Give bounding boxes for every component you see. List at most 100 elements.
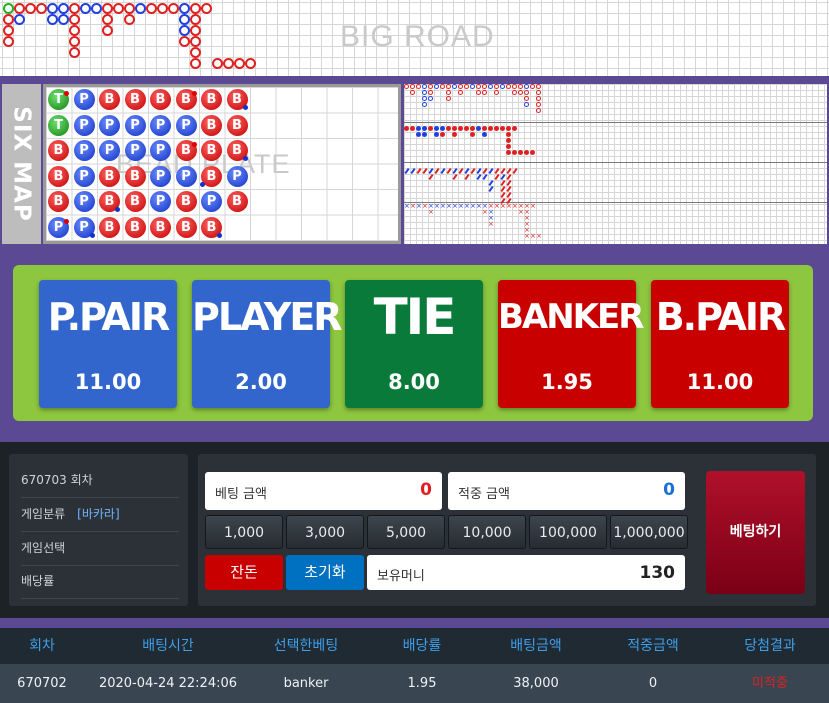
bet-ppair-button[interactable]: P.PAIR 11.00 (39, 280, 177, 408)
cell-result: 미적중 (752, 676, 788, 691)
road-mark: × (446, 202, 452, 210)
cell-win-amount: 0 (648, 676, 658, 691)
road-mark (446, 84, 451, 89)
road-mark (404, 84, 409, 89)
road-mark (434, 126, 439, 131)
road-mark (428, 173, 434, 181)
round-info-card: 670703 회차 게임분류 [바카라] 게임선택 배당률 (9, 454, 188, 606)
road-mark (416, 126, 421, 131)
bet-odds: 11.00 (686, 370, 754, 394)
bead-mark: B (48, 191, 69, 212)
road-mark (476, 126, 481, 131)
place-bet-button[interactable]: 베팅하기 (706, 471, 805, 594)
bet-tie-button[interactable]: TIE 8.00 (345, 280, 483, 408)
change-button[interactable]: 잔돈 (205, 555, 283, 590)
big-road-mark (190, 25, 201, 36)
road-mark: × (518, 208, 524, 216)
bead-mark: B (201, 89, 222, 110)
bead-mark: B (150, 89, 171, 110)
road-mark (494, 90, 499, 95)
road-mark (422, 84, 427, 89)
road-mark (512, 167, 518, 175)
road-mark (494, 84, 499, 89)
big-road-mark (146, 3, 157, 14)
chip-1000-button[interactable]: 1,000 (205, 515, 283, 549)
road-mark: × (500, 202, 506, 210)
bet-odds: 8.00 (388, 370, 440, 394)
cell-bet-time: 2020-04-24 22:24:06 (98, 676, 238, 691)
road-mark: × (524, 232, 530, 240)
bet-player-button[interactable]: PLAYER 2.00 (192, 280, 343, 408)
road-mark (458, 126, 463, 131)
bead-mark: B (99, 89, 120, 110)
chip-100000-button[interactable]: 100,000 (529, 515, 607, 549)
big-road-mark (124, 3, 135, 14)
bead-mark: B (124, 165, 146, 187)
road-mark (446, 126, 451, 131)
road-mark (488, 84, 493, 89)
bead-mark: P (150, 114, 171, 136)
road-mark (536, 102, 541, 107)
bet-name: PLAYER (192, 295, 343, 339)
road-mark (488, 167, 494, 175)
road-mark (500, 84, 505, 89)
big-road-mark (14, 14, 25, 25)
road-mark (434, 132, 439, 137)
bet-bpair-button[interactable]: B.PAIR 11.00 (651, 280, 789, 408)
road-mark (458, 90, 463, 95)
game-category-label: 게임분류 (21, 507, 66, 521)
col-selection: 선택한베팅 (273, 638, 339, 654)
odds-row: 배당률 (21, 565, 179, 599)
bead-mark: P (73, 191, 95, 212)
road-mark: × (470, 202, 476, 210)
chip-10000-button[interactable]: 10,000 (448, 515, 526, 549)
road-mark (434, 84, 439, 89)
chip-5000-button[interactable]: 5,000 (367, 515, 445, 549)
road-mark (506, 132, 511, 137)
bet-banker-button[interactable]: BANKER 1.95 (498, 280, 644, 408)
col-bet-amount: 배팅금액 (510, 638, 562, 654)
odds-label: 배당률 (21, 574, 55, 588)
chip-1000000-button[interactable]: 1,000,000 (610, 515, 688, 549)
road-mark (482, 173, 488, 181)
big-road-mark (14, 3, 25, 14)
big-road-mark (69, 25, 80, 36)
road-mark (512, 150, 517, 155)
pair-dot (89, 232, 95, 238)
table-row: 670702 2020-04-24 22:24:06 banker 1.95 3… (0, 664, 829, 703)
big-road-mark (201, 3, 212, 14)
bet-amount-field[interactable]: 베팅 금액 0 (205, 472, 442, 510)
road-mark (446, 96, 451, 101)
col-odds: 배당률 (402, 638, 442, 654)
road-mark (410, 84, 415, 89)
road-mark (446, 167, 452, 175)
bead-mark: P (124, 140, 146, 161)
road-mark (482, 90, 487, 95)
big-road-mark (245, 58, 256, 69)
road-mark (524, 96, 529, 101)
bead-mark: B (201, 114, 222, 136)
road-mark (440, 167, 446, 175)
reset-button[interactable]: 초기화 (286, 555, 364, 590)
bead-mark: P (73, 140, 95, 161)
cell-odds: 1.95 (407, 676, 437, 691)
road-mark (470, 167, 476, 175)
road-mark: × (506, 202, 512, 210)
road-mark (422, 167, 428, 175)
road-mark: × (428, 208, 434, 216)
big-road-mark (69, 14, 80, 25)
road-mark (458, 167, 464, 175)
bead-mark: P (201, 191, 222, 212)
big-road-board: BIG ROAD (0, 0, 829, 79)
big-road-mark (179, 3, 190, 14)
road-mark: × (452, 202, 458, 210)
bead-mark: B (201, 140, 222, 161)
road-mark: × (434, 202, 440, 210)
road-mark (446, 90, 451, 95)
big-road-mark (190, 3, 201, 14)
road-mark (494, 126, 499, 131)
chip-3000-button[interactable]: 3,000 (286, 515, 364, 549)
road-mark (428, 84, 433, 89)
big-road-mark (190, 14, 201, 25)
road-mark (536, 108, 541, 113)
